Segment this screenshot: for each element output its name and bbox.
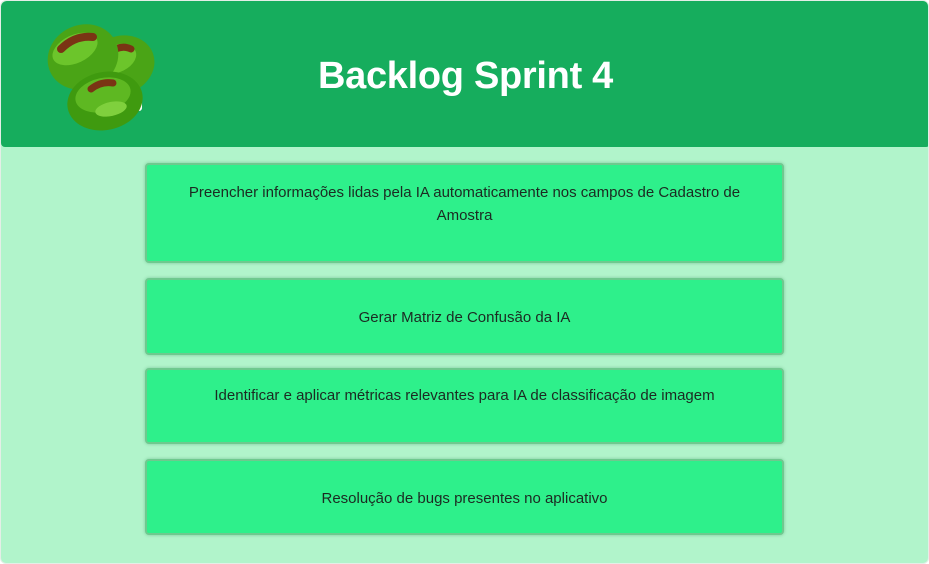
backlog-card: Gerar Matriz de Confusão da IA (145, 278, 784, 355)
header-banner: Backlog Sprint 4 (1, 1, 928, 147)
backlog-card: Resolução de bugs presentes no aplicativ… (145, 459, 784, 535)
page-title: Backlog Sprint 4 (317, 55, 614, 97)
backlog-board: Backlog Sprint 4 Preencher informações l… (0, 0, 929, 564)
backlog-card: Identificar e aplicar métricas relevante… (145, 368, 784, 444)
backlog-card-label: Identificar e aplicar métricas relevante… (214, 387, 715, 404)
backlog-card: Preencher informações lidas pela IA auto… (145, 163, 784, 263)
backlog-card-label: Preencher informações lidas pela IA auto… (188, 184, 741, 224)
backlog-card-label: Gerar Matriz de Confusão da IA (358, 309, 571, 326)
backlog-card-label: Resolução de bugs presentes no aplicativ… (321, 490, 608, 507)
